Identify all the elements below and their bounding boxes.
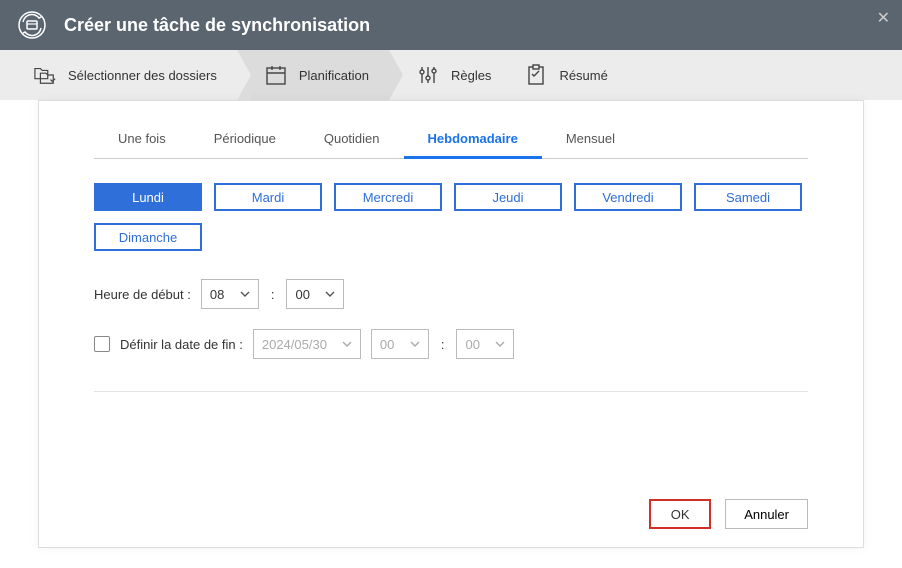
end-minute-value: 00 [465,337,479,352]
schedule-tabs: Une fois Périodique Quotidien Hebdomadai… [94,121,808,159]
start-minute-value: 00 [295,287,309,302]
start-minute-select[interactable]: 00 [286,279,344,309]
day-saturday[interactable]: Samedi [694,183,802,211]
close-icon[interactable]: ✕ [877,8,890,28]
folders-icon [34,64,56,86]
cancel-button[interactable]: Annuler [725,499,808,529]
end-date-row: Définir la date de fin : 2024/05/30 00 :… [94,329,808,359]
day-friday[interactable]: Vendredi [574,183,682,211]
chevron-down-icon [325,291,335,297]
start-hour-select[interactable]: 08 [201,279,259,309]
tab-once[interactable]: Une fois [94,121,190,159]
ok-button[interactable]: OK [649,499,711,529]
tab-monthly[interactable]: Mensuel [542,121,639,159]
end-date-select[interactable]: 2024/05/30 [253,329,361,359]
sync-app-icon [16,9,48,41]
end-minute-select[interactable]: 00 [456,329,514,359]
schedule-dialog: Une fois Périodique Quotidien Hebdomadai… [38,100,864,548]
end-hour-value: 00 [380,337,394,352]
day-thursday[interactable]: Jeudi [454,183,562,211]
end-date-label: Définir la date de fin : [120,337,243,352]
clipboard-icon [525,64,547,86]
wizard-step-folders[interactable]: Sélectionner des dossiers [20,50,237,100]
wizard-step-rules[interactable]: Règles [403,50,511,100]
end-date-checkbox[interactable] [94,336,110,352]
start-hour-value: 08 [210,287,224,302]
end-date-value: 2024/05/30 [262,337,327,352]
tab-daily[interactable]: Quotidien [300,121,404,159]
wizard-steps: Sélectionner des dossiers Planification … [0,50,902,100]
wizard-step-label: Règles [451,68,491,83]
dialog-footer: OK Annuler [649,499,808,529]
divider [94,391,808,392]
wizard-step-summary[interactable]: Résumé [511,50,627,100]
tab-weekly[interactable]: Hebdomadaire [404,121,542,159]
day-tuesday[interactable]: Mardi [214,183,322,211]
window-title: Créer une tâche de synchronisation [64,15,370,36]
weekday-selector: Lundi Mardi Mercredi Jeudi Vendredi Same… [94,183,808,251]
day-monday[interactable]: Lundi [94,183,202,211]
wizard-step-schedule[interactable]: Planification [237,50,389,100]
wizard-step-label: Planification [299,68,369,83]
chevron-down-icon [240,291,250,297]
end-hour-select[interactable]: 00 [371,329,429,359]
day-sunday[interactable]: Dimanche [94,223,202,251]
day-wednesday[interactable]: Mercredi [334,183,442,211]
start-time-label: Heure de début : [94,287,191,302]
chevron-down-icon [410,341,420,347]
wizard-step-label: Résumé [559,68,607,83]
calendar-icon [265,64,287,86]
chevron-down-icon [342,341,352,347]
start-time-row: Heure de début : 08 : 00 [94,279,808,309]
tab-periodic[interactable]: Périodique [190,121,300,159]
wizard-step-label: Sélectionner des dossiers [68,68,217,83]
chevron-down-icon [495,341,505,347]
sliders-icon [417,64,439,86]
window-header: Créer une tâche de synchronisation ✕ [0,0,902,50]
time-separator: : [439,337,447,352]
time-separator: : [269,287,277,302]
